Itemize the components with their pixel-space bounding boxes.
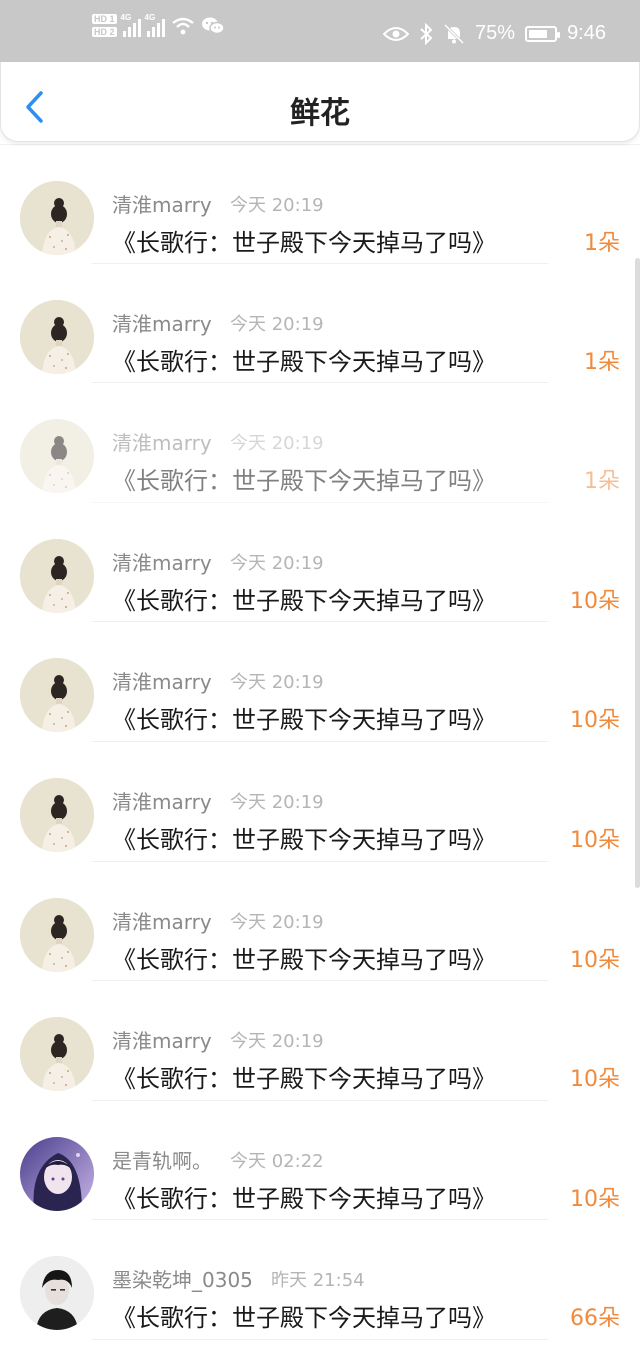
flower-count: 10朵 — [570, 827, 620, 853]
list-item-7[interactable]: 清淮marry 今天 20:19 《长歌行：世子殿下今天掉马了吗》 10朵 — [0, 862, 640, 982]
list-item-2[interactable]: 清淮marry 今天 20:19 《长歌行：世子殿下今天掉马了吗》 1朵 — [0, 264, 640, 384]
avatar[interactable] — [20, 181, 94, 255]
book-title: 《长歌行：世子殿下今天掉马了吗》 — [112, 945, 496, 974]
avatar-image — [20, 658, 94, 733]
username: 清淮marry — [112, 550, 212, 575]
signal2-label: 4G — [144, 12, 156, 22]
signal-strength-icon: 4G — [120, 12, 141, 37]
status-left-icons: HD 1 HD 2 4G 4G — [92, 12, 225, 37]
book-title: 《长歌行：世子殿下今天掉马了吗》 — [112, 467, 496, 496]
timestamp: 今天 20:19 — [230, 195, 324, 216]
username: 清淮marry — [112, 789, 212, 814]
avatar-image — [20, 1136, 94, 1211]
avatar-image — [20, 419, 94, 494]
eye-icon — [383, 26, 410, 41]
signal1-label: 4G — [120, 12, 132, 22]
avatar-image — [20, 1017, 94, 1092]
bell-mute-icon — [443, 23, 465, 44]
timestamp: 今天 20:19 — [230, 1031, 324, 1053]
flower-count: 10朵 — [570, 947, 620, 973]
avatar[interactable] — [20, 419, 94, 494]
username: 清淮marry — [112, 1029, 212, 1054]
wifi-icon — [171, 17, 194, 34]
flower-count: 10朵 — [570, 708, 620, 734]
book-title: 《长歌行：世子殿下今天掉马了吗》 — [112, 706, 496, 735]
username: 清淮marry — [112, 193, 212, 217]
hd-indicator: HD 1 HD 2 — [92, 14, 117, 37]
flower-count: 1朵 — [584, 349, 620, 375]
bluetooth-icon — [420, 22, 433, 45]
wechat-icon — [201, 17, 225, 34]
avatar-image — [20, 299, 94, 374]
avatar[interactable] — [20, 777, 94, 852]
book-title: 《长歌行：世子殿下今天掉马了吗》 — [112, 825, 496, 854]
status-right-icons: 75% 9:46 — [383, 22, 606, 45]
status-bar: HD 1 HD 2 4G 4G 75% 9:46 — [0, 0, 640, 62]
app-header: 鲜花 — [0, 62, 640, 142]
flower-list: 清淮marry 今天 20:19 《长歌行：世子殿下今天掉马了吗》 1朵 清淮m… — [0, 144, 640, 1340]
list-item-4[interactable]: 清淮marry 今天 20:19 《长歌行：世子殿下今天掉马了吗》 10朵 — [0, 503, 640, 623]
username: 清淮marry — [112, 311, 212, 336]
book-title: 《长歌行：世子殿下今天掉马了吗》 — [112, 586, 496, 615]
flower-count: 1朵 — [584, 231, 620, 256]
avatar[interactable] — [20, 897, 94, 972]
timestamp: 今天 20:19 — [230, 791, 324, 813]
username: 清淮marry — [112, 431, 212, 456]
avatar[interactable] — [20, 658, 94, 733]
book-title: 《长歌行：世子殿下今天掉马了吗》 — [112, 1304, 496, 1333]
avatar-image — [20, 181, 94, 255]
scrollbar[interactable] — [635, 258, 640, 888]
flower-count: 10朵 — [570, 1186, 620, 1212]
list-item-5[interactable]: 清淮marry 今天 20:19 《长歌行：世子殿下今天掉马了吗》 10朵 — [0, 622, 640, 742]
avatar[interactable] — [20, 538, 94, 613]
avatar-image — [20, 1256, 94, 1331]
username: 清淮marry — [112, 670, 212, 695]
username: 是青轨啊。 — [112, 1148, 212, 1173]
timestamp: 今天 20:19 — [230, 433, 324, 455]
page-title: 鲜花 — [290, 96, 350, 131]
timestamp: 昨天 21:54 — [271, 1270, 365, 1292]
timestamp: 今天 02:22 — [230, 1150, 324, 1172]
avatar[interactable] — [20, 1256, 94, 1331]
list-item-3[interactable]: 清淮marry 今天 20:19 《长歌行：世子殿下今天掉马了吗》 1朵 — [0, 383, 640, 503]
book-title: 《长歌行：世子殿下今天掉马了吗》 — [112, 229, 496, 257]
hd1-label: HD 1 — [92, 14, 117, 24]
list-item-6[interactable]: 清淮marry 今天 20:19 《长歌行：世子殿下今天掉马了吗》 10朵 — [0, 742, 640, 862]
avatar-image — [20, 897, 94, 972]
username: 墨染乾坤_0305 — [112, 1268, 253, 1293]
avatar-image — [20, 777, 94, 852]
hd2-label: HD 2 — [92, 27, 117, 37]
avatar[interactable] — [20, 299, 94, 374]
avatar-image — [20, 538, 94, 613]
list-item-10[interactable]: 墨染乾坤_0305 昨天 21:54 《长歌行：世子殿下今天掉马了吗》 66朵 — [0, 1220, 640, 1340]
divider — [92, 1338, 548, 1340]
book-title: 《长歌行：世子殿下今天掉马了吗》 — [112, 1184, 496, 1213]
flower-count: 1朵 — [584, 469, 620, 495]
book-title: 《长歌行：世子殿下今天掉马了吗》 — [112, 1065, 496, 1094]
list-item-8[interactable]: 清淮marry 今天 20:19 《长歌行：世子殿下今天掉马了吗》 10朵 — [0, 981, 640, 1101]
book-title: 《长歌行：世子殿下今天掉马了吗》 — [112, 347, 496, 376]
list-item-1[interactable]: 清淮marry 今天 20:19 《长歌行：世子殿下今天掉马了吗》 1朵 — [0, 144, 640, 264]
timestamp: 今天 20:19 — [230, 313, 324, 335]
flower-count: 10朵 — [570, 1067, 620, 1093]
username: 清淮marry — [112, 909, 212, 934]
clock: 9:46 — [567, 22, 606, 44]
timestamp: 今天 20:19 — [230, 552, 324, 574]
timestamp: 今天 20:19 — [230, 911, 324, 933]
avatar[interactable] — [20, 1017, 94, 1092]
list-item-9[interactable]: 是青轨啊。 今天 02:22 《长歌行：世子殿下今天掉马了吗》 10朵 — [0, 1101, 640, 1221]
signal-strength-icon-2: 4G — [144, 12, 165, 37]
avatar[interactable] — [20, 1136, 94, 1211]
flower-count: 66朵 — [570, 1306, 620, 1332]
timestamp: 今天 20:19 — [230, 672, 324, 694]
battery-icon — [525, 25, 561, 42]
flower-count: 10朵 — [570, 588, 620, 614]
battery-percent: 75% — [475, 22, 516, 44]
